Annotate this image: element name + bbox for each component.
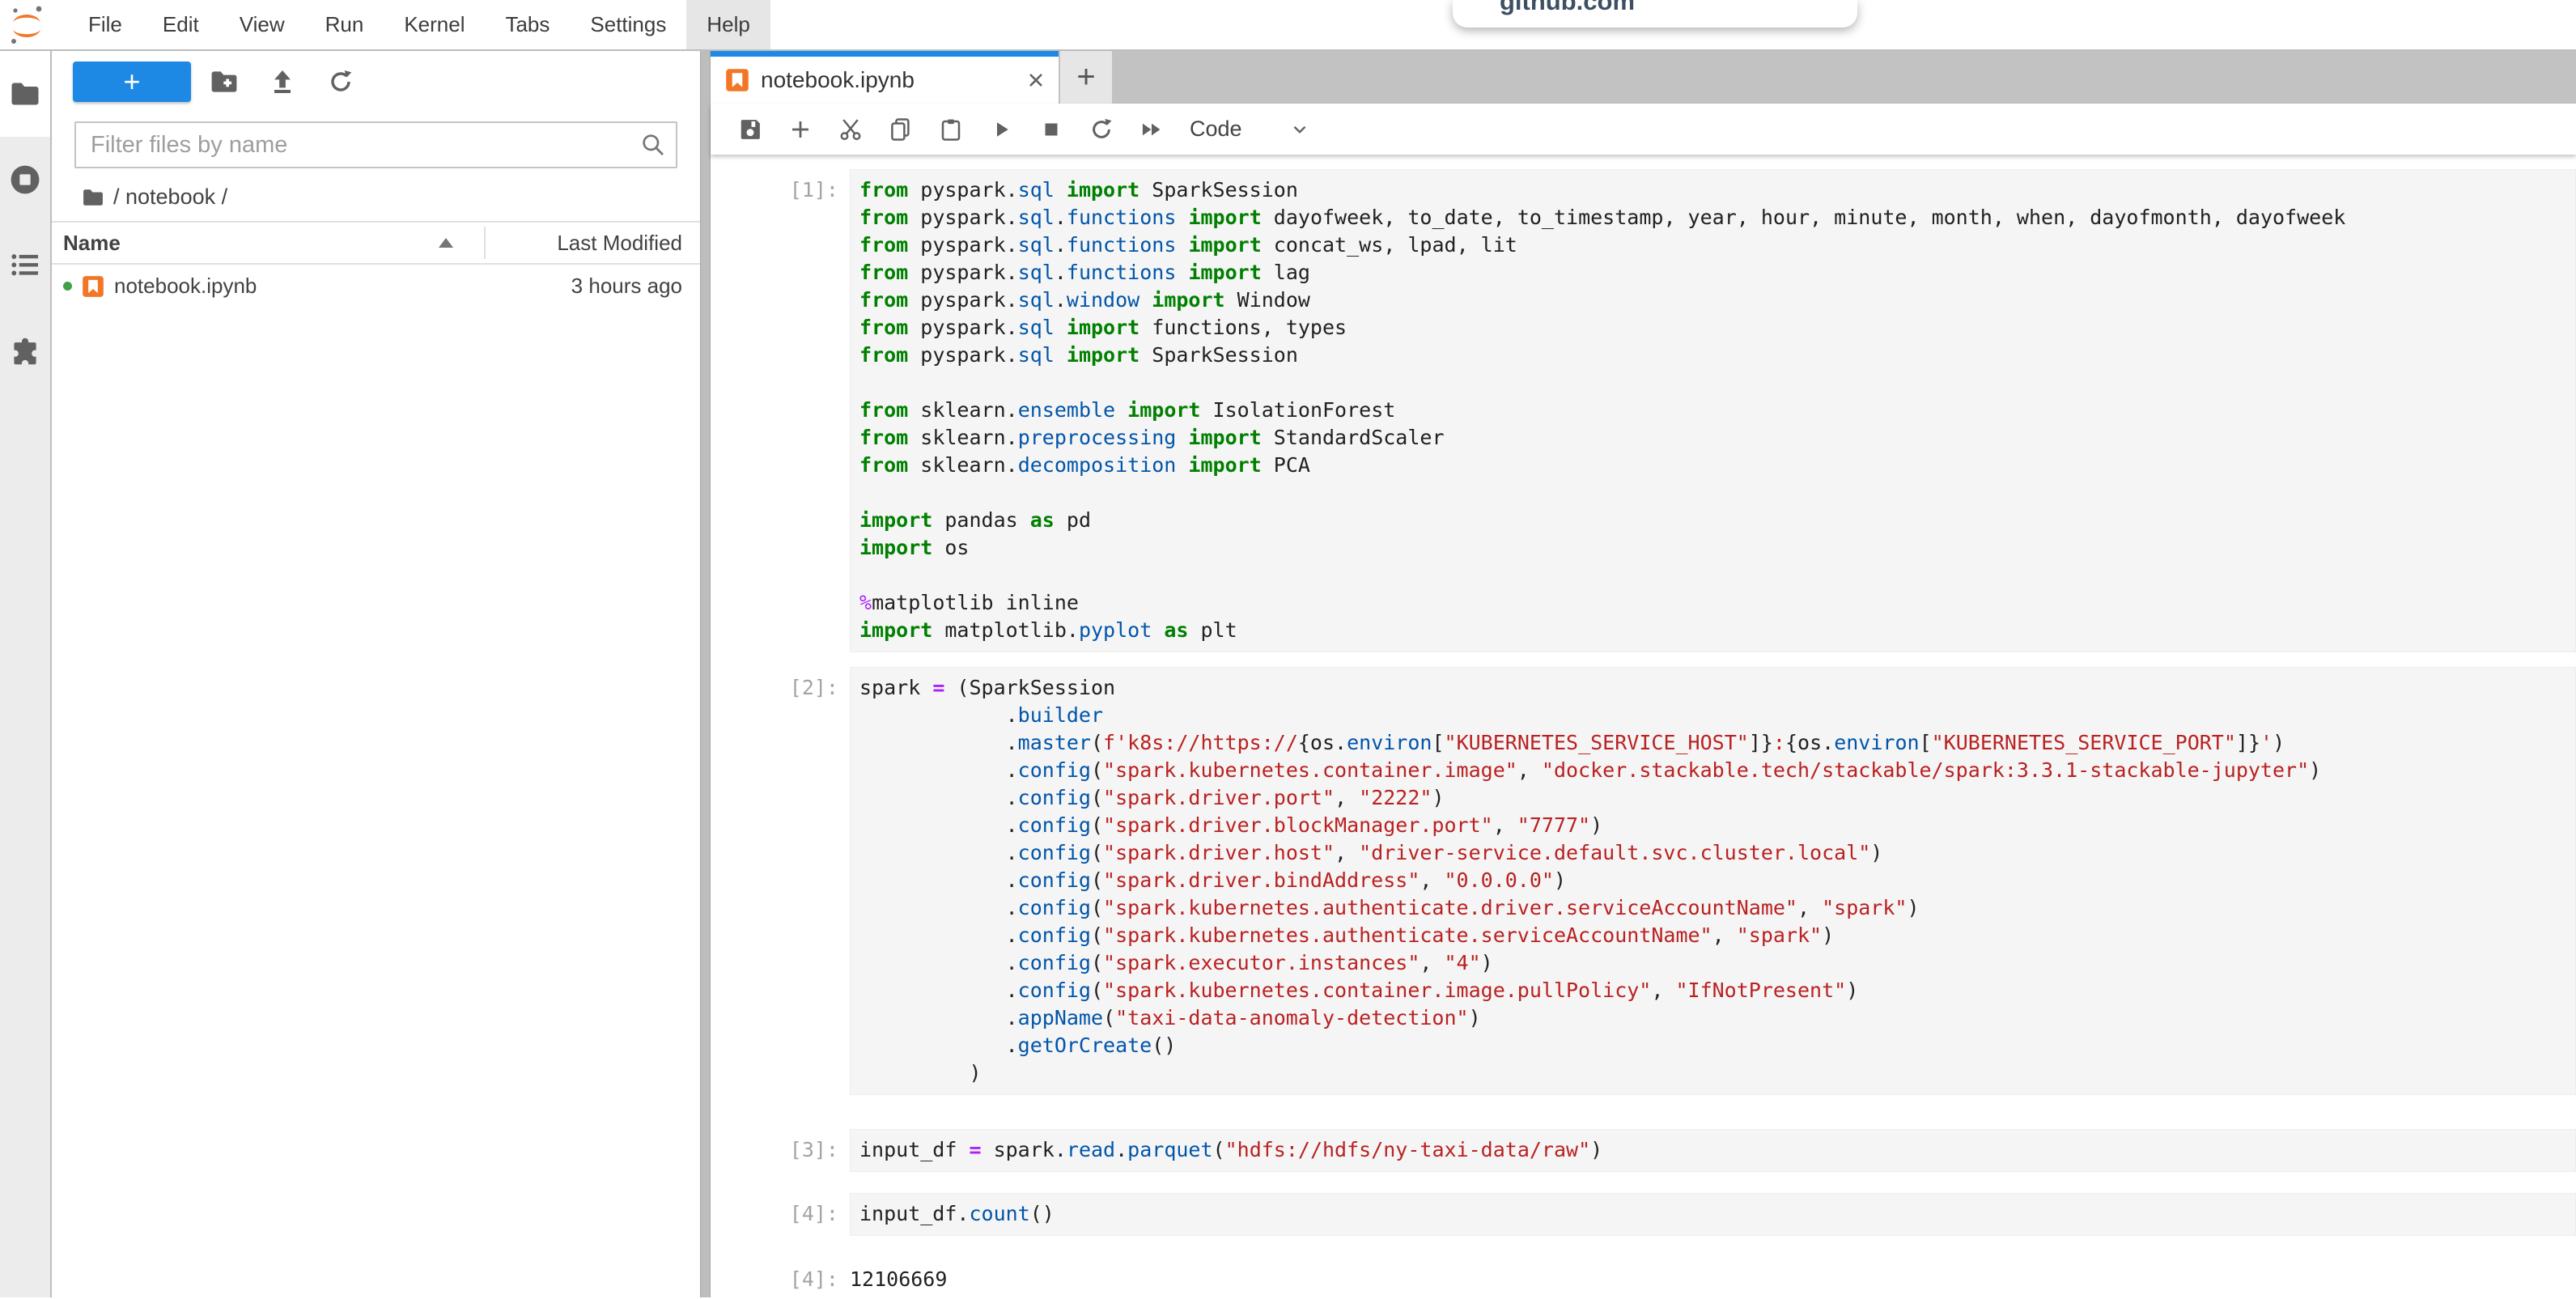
output-cell: [4]:12106669 [711, 1259, 2576, 1293]
cell-type-value: Code [1190, 117, 1242, 142]
panel-splitter[interactable] [700, 51, 711, 1297]
insert-cell-button[interactable] [775, 108, 825, 151]
column-header-last-modified[interactable]: Last Modified [486, 231, 700, 256]
restart-icon [1089, 117, 1114, 142]
cell-editor[interactable]: from pyspark.sql import SparkSessionfrom… [850, 169, 2576, 652]
breadcrumb-path: / notebook / [113, 185, 227, 210]
paste-cells-button[interactable] [926, 108, 976, 151]
output-prompt: [4]: [711, 1259, 850, 1293]
fast-forward-icon [1139, 117, 1165, 142]
chevron-down-icon [1289, 119, 1310, 140]
new-folder-icon [210, 70, 238, 93]
input-prompt: [1]: [711, 169, 850, 204]
new-launcher-button[interactable]: + [73, 62, 191, 102]
browser-popup: github.com [1453, 0, 1857, 28]
input-prompt: [4]: [711, 1193, 850, 1228]
menu-help[interactable]: Help [686, 0, 770, 49]
sidebar-item-extensions[interactable] [0, 308, 50, 394]
jupyterlab-app: FileEditViewRunKernelTabsSettingsHelp gi… [0, 0, 2576, 1299]
file-browser-toolbar: + [73, 61, 700, 103]
run-icon [989, 117, 1013, 142]
code-cell: [1]:from pyspark.sql import SparkSession… [711, 169, 2576, 652]
home-folder-icon [83, 189, 104, 206]
upload-button[interactable] [257, 62, 308, 102]
cell-type-select[interactable]: Code [1190, 117, 1310, 142]
main-dock-panel: notebook.ipynb + [711, 51, 2576, 1297]
notebook-toolbar: Code [711, 104, 2576, 155]
menu-bar: FileEditViewRunKernelTabsSettingsHelp [0, 0, 2576, 51]
folder-icon [11, 82, 40, 106]
file-browser-panel: + [52, 51, 700, 1297]
stop-circle-icon [10, 164, 40, 195]
refresh-icon [328, 69, 354, 95]
refresh-button[interactable] [316, 62, 366, 102]
menu-kernel[interactable]: Kernel [384, 0, 485, 49]
sidebar-item-running-kernels[interactable] [0, 137, 50, 223]
notebook-file-icon [82, 275, 104, 298]
menu-run[interactable]: Run [305, 0, 384, 49]
close-icon[interactable] [1025, 69, 1047, 91]
menu-settings[interactable]: Settings [570, 0, 686, 49]
notebook-file-icon [725, 68, 749, 92]
notebook-content: [1]:from pyspark.sql import SparkSession… [711, 155, 2576, 1297]
sort-ascending-icon [439, 238, 453, 248]
new-folder-button[interactable] [199, 62, 249, 102]
input-prompt: [2]: [711, 667, 850, 702]
kernel-running-dot [63, 282, 72, 291]
file-name: notebook.ipynb [114, 274, 257, 299]
search-icon [640, 132, 666, 158]
code-cell: [3]:input_df = spark.read.parquet("hdfs:… [711, 1129, 2576, 1172]
puzzle-icon [10, 336, 40, 367]
jupyter-logo [8, 5, 45, 45]
paste-icon [939, 117, 963, 142]
upload-icon [269, 69, 295, 95]
menu-items: FileEditViewRunKernelTabsSettingsHelp [68, 0, 770, 49]
tab-notebook[interactable]: notebook.ipynb [711, 51, 1059, 104]
save-icon [738, 117, 762, 142]
input-prompt: [3]: [711, 1129, 850, 1164]
cut-icon [838, 117, 863, 142]
cut-cells-button[interactable] [825, 108, 876, 151]
left-sidebar [0, 51, 52, 1297]
file-filter-input[interactable] [74, 121, 677, 168]
popup-text: github.com [1500, 0, 1857, 16]
sidebar-item-file-browser[interactable] [0, 51, 50, 137]
copy-icon [889, 117, 913, 142]
sidebar-item-table-of-contents[interactable] [0, 223, 50, 308]
file-row[interactable]: notebook.ipynb 3 hours ago [52, 265, 700, 308]
new-tab-button[interactable]: + [1060, 51, 1112, 104]
plus-icon [788, 117, 813, 142]
breadcrumb[interactable]: / notebook / [83, 185, 700, 210]
restart-run-all-button[interactable] [1127, 108, 1177, 151]
menu-view[interactable]: View [219, 0, 305, 49]
save-button[interactable] [725, 108, 775, 151]
list-icon [11, 253, 40, 278]
menu-file[interactable]: File [68, 0, 142, 49]
run-cell-button[interactable] [976, 108, 1026, 151]
stop-icon [1039, 117, 1063, 142]
code-cell: [4]:input_df.count() [711, 1193, 2576, 1236]
menu-tabs[interactable]: Tabs [485, 0, 570, 49]
code-cell: [2]:spark = (SparkSession .builder .mast… [711, 667, 2576, 1095]
interrupt-kernel-button[interactable] [1026, 108, 1076, 151]
file-filter [74, 121, 677, 168]
output-text: 12106669 [850, 1259, 2576, 1293]
dock-tab-bar: notebook.ipynb + [711, 51, 2576, 104]
restart-kernel-button[interactable] [1076, 108, 1127, 151]
file-list: notebook.ipynb 3 hours ago [52, 265, 700, 308]
file-modified: 3 hours ago [571, 274, 700, 299]
column-header-name[interactable]: Name [52, 231, 484, 256]
cell-editor[interactable]: spark = (SparkSession .builder .master(f… [850, 667, 2576, 1095]
cell-editor[interactable]: input_df.count() [850, 1193, 2576, 1236]
copy-cells-button[interactable] [876, 108, 926, 151]
tab-label: notebook.ipynb [761, 67, 1013, 93]
cell-editor[interactable]: input_df = spark.read.parquet("hdfs://hd… [850, 1129, 2576, 1172]
menu-edit[interactable]: Edit [142, 0, 219, 49]
file-list-header: Name Last Modified [52, 221, 700, 265]
